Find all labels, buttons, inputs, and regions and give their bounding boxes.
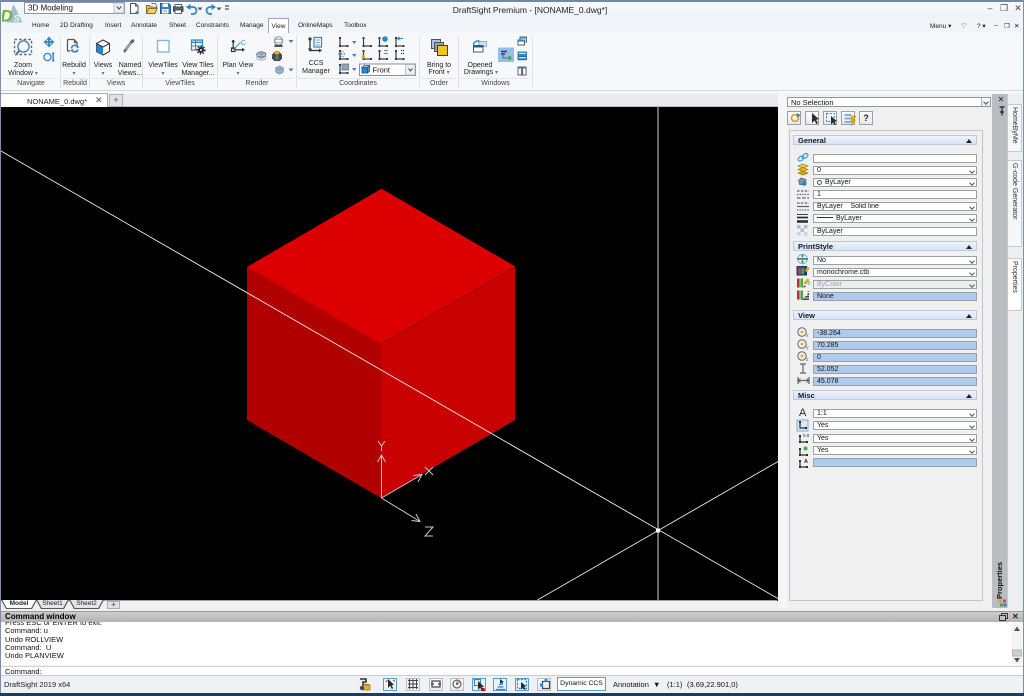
svg-text:D: D <box>2 7 13 25</box>
svg-text:3D Modeling: 3D Modeling <box>28 4 73 13</box>
svg-text:Front: Front <box>373 66 391 75</box>
svg-text:S: S <box>14 14 21 25</box>
svg-text:C: C <box>241 40 246 47</box>
